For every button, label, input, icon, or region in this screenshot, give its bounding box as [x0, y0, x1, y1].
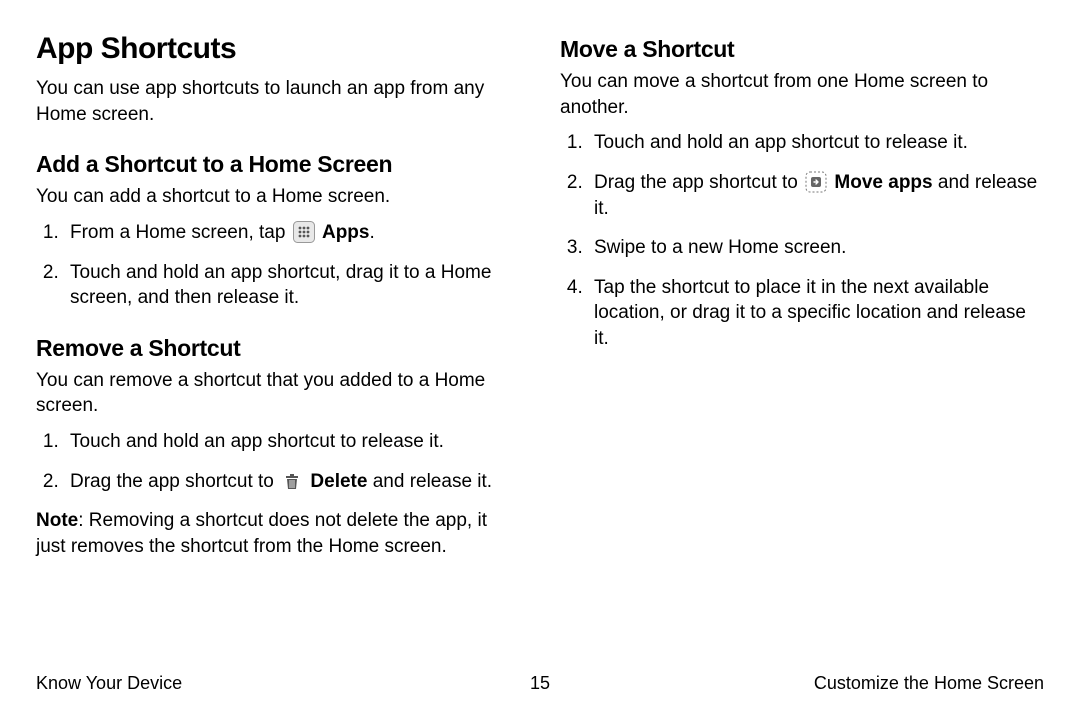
page-footer: Know Your Device 15 Customize the Home S… — [36, 673, 1044, 694]
move-apps-label: Move apps — [834, 172, 932, 193]
move-step-1: Touch and hold an app shortcut to releas… — [588, 130, 1044, 156]
move-step-2: Drag the app shortcut to Move apps and r… — [588, 170, 1044, 221]
add-heading: Add a Shortcut to a Home Screen — [36, 151, 520, 178]
move-step-3: Swipe to a new Home screen. — [588, 235, 1044, 261]
delete-label: Delete — [310, 471, 367, 492]
remove-heading: Remove a Shortcut — [36, 335, 520, 362]
add-step1-post: . — [369, 222, 374, 243]
trash-icon — [281, 470, 303, 492]
add-desc: You can add a shortcut to a Home screen. — [36, 184, 520, 210]
footer-left: Know Your Device — [36, 673, 372, 694]
note-body: : Removing a shortcut does not delete th… — [36, 510, 487, 557]
note-label: Note — [36, 510, 78, 531]
move-heading: Move a Shortcut — [560, 36, 1044, 63]
add-steps-list: From a Home screen, tap Apps. Touch and … — [36, 220, 520, 311]
move-steps-list: Touch and hold an app shortcut to releas… — [560, 130, 1044, 351]
remove-step-1: Touch and hold an app shortcut to releas… — [64, 429, 520, 455]
add-step-1: From a Home screen, tap Apps. — [64, 220, 520, 246]
remove-steps-list: Touch and hold an app shortcut to releas… — [36, 429, 520, 494]
remove-step2-post: and release it. — [367, 471, 492, 492]
move-apps-icon — [805, 171, 827, 193]
remove-step-2: Drag the app shortcut to Delete and rele… — [64, 469, 520, 495]
move-desc: You can move a shortcut from one Home sc… — [560, 69, 1044, 120]
footer-right: Customize the Home Screen — [708, 673, 1044, 694]
remove-step2-pre: Drag the app shortcut to — [70, 471, 279, 492]
remove-desc: You can remove a shortcut that you added… — [36, 368, 520, 419]
page-number: 15 — [372, 673, 708, 694]
add-step1-pre: From a Home screen, tap — [70, 222, 291, 243]
page-title: App Shortcuts — [36, 32, 520, 66]
content-columns: App Shortcuts You can use app shortcuts … — [36, 32, 1044, 652]
apps-label: Apps — [322, 222, 370, 243]
add-step-2: Touch and hold an app shortcut, drag it … — [64, 260, 520, 311]
intro-paragraph: You can use app shortcuts to launch an a… — [36, 76, 520, 127]
move-step2-pre: Drag the app shortcut to — [594, 172, 803, 193]
left-column: App Shortcuts You can use app shortcuts … — [36, 32, 520, 652]
remove-note: Note: Removing a shortcut does not delet… — [36, 508, 520, 559]
right-column: Move a Shortcut You can move a shortcut … — [560, 32, 1044, 652]
move-step-4: Tap the shortcut to place it in the next… — [588, 275, 1044, 352]
apps-grid-icon — [293, 221, 315, 243]
